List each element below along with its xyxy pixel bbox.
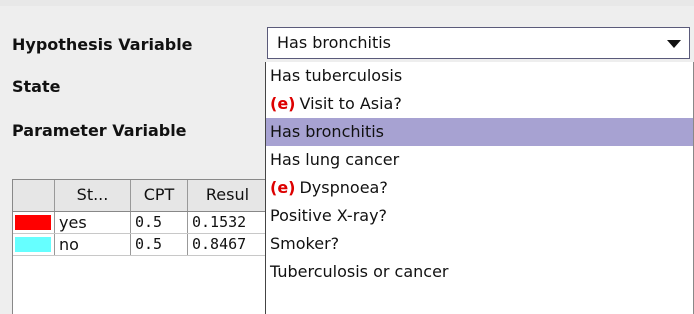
dropdown-option-label: Positive X-ray? [270,206,388,225]
state-cell[interactable]: no [55,234,131,255]
cpt-cell[interactable]: 0.5 [131,234,188,255]
result-cell[interactable]: 0.1532 [188,212,266,233]
parameter-variable-label: Parameter Variable [12,121,187,140]
state-color-swatch [15,215,51,230]
table-row[interactable]: no 0.5 0.8467 [13,234,266,256]
dropdown-option[interactable]: Positive X-ray? [266,202,693,230]
header-color[interactable] [13,180,55,211]
dropdown-option-label: Smoker? [270,234,340,253]
dropdown-option-label: Dyspnoea? [299,178,388,197]
dropdown-option[interactable]: Smoker? [266,230,693,258]
state-cell[interactable]: yes [55,212,131,233]
dropdown-option-label: Visit to Asia? [299,94,402,113]
sensitivity-table: St... CPT Resul yes 0.5 0.1532 no 0.5 0.8467 [12,179,266,314]
sensitivity-analysis-panel: Hypothesis Variable State Parameter Vari… [0,0,694,314]
state-label: State [12,77,61,96]
header-result[interactable]: Resul [188,180,266,211]
dropdown-option[interactable]: Has lung cancer [266,146,693,174]
combobox-selected-value: Has bronchitis [277,33,392,52]
hypothesis-variable-dropdown-list: Has tuberculosis (e) Visit to Asia? Has bro… [265,62,694,314]
dropdown-option-label: Has lung cancer [270,150,400,169]
header-cpt[interactable]: CPT [131,180,188,211]
evidence-marker: (e) [270,178,296,197]
state-color-cell[interactable] [13,212,55,233]
hypothesis-variable-label: Hypothesis Variable [12,35,193,54]
table-row[interactable]: yes 0.5 0.1532 [13,212,266,234]
result-cell[interactable]: 0.8467 [188,234,266,255]
hypothesis-variable-combobox[interactable]: Has bronchitis [267,27,690,59]
dropdown-option[interactable]: Has tuberculosis [266,62,693,90]
header-state[interactable]: St... [55,180,131,211]
top-edge [0,0,694,6]
state-color-cell[interactable] [13,234,55,255]
cpt-cell[interactable]: 0.5 [131,212,188,233]
table-header-row: St... CPT Resul [13,180,266,212]
dropdown-option[interactable]: Has bronchitis [266,118,693,146]
triangle-down-icon[interactable] [667,40,681,48]
state-color-swatch [15,237,51,252]
dropdown-option[interactable]: (e) Dyspnoea? [266,174,693,202]
evidence-marker: (e) [270,94,296,113]
dropdown-option-label: Has tuberculosis [270,66,403,85]
dropdown-option[interactable]: Tuberculosis or cancer [266,258,693,286]
dropdown-option[interactable]: (e) Visit to Asia? [266,90,693,118]
dropdown-option-label: Tuberculosis or cancer [270,262,449,281]
dropdown-option-label: Has bronchitis [270,122,385,141]
